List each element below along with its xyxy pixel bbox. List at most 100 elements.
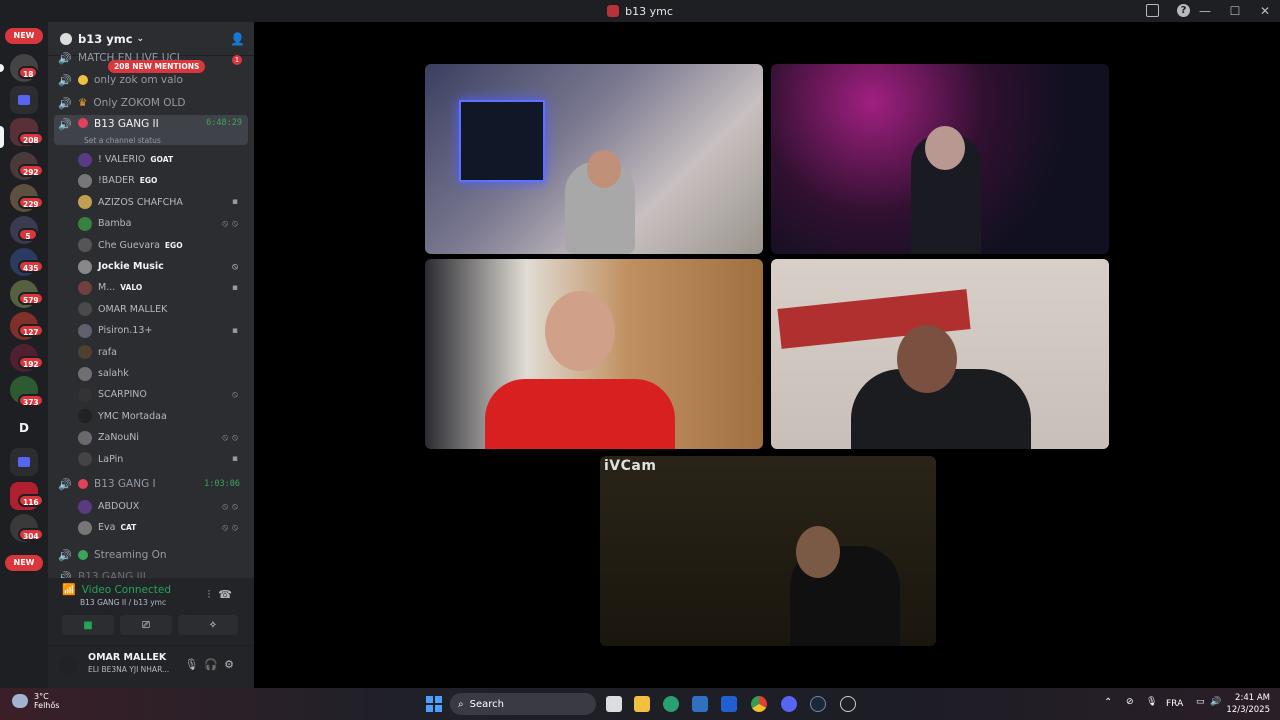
user-status-icons: ⦸⦸ [222,522,242,533]
discord-icon[interactable] [781,696,797,712]
voice-user-name: YMC Mortadaa [98,410,167,422]
start-button[interactable] [426,696,442,712]
user-status-icons: ⦸⦸ [222,501,242,512]
mic-icon[interactable]: 🎙 [184,658,204,671]
headphones-icon[interactable]: 🎧 [204,658,224,671]
video-tile[interactable] [425,64,763,254]
display-icon[interactable]: ▭ [1196,697,1205,707]
disconnect-icon[interactable]: ☎ [218,588,240,601]
steam-icon[interactable] [810,696,826,712]
inbox-icon[interactable] [1146,4,1159,17]
store-icon[interactable] [692,696,708,712]
server-badge: 229 [18,196,44,209]
voice-user-row[interactable]: AZIZOS CHAFCHA ▪ [78,192,246,213]
avatar [78,323,92,338]
server-badge: 435 [18,260,44,273]
mail-icon[interactable] [721,696,737,712]
folder-icon[interactable] [10,86,38,114]
avatar [78,430,92,445]
voice-user-name: AZIZOS CHAFCHA [98,196,183,208]
voice-user-name: OMAR MALLEK [98,303,168,315]
channel-only-zok[interactable]: 🔊 only zok om valo [58,70,246,90]
user-tag: EGO [139,176,158,186]
chevron-up-icon[interactable]: ⌃ [1104,697,1112,708]
new-unreads-bottom[interactable]: NEW [5,555,43,571]
title-bar: b13 ymc ? — ☐ ✕ [0,0,1280,22]
help-icon[interactable]: ? [1177,4,1190,17]
channel-zokom-old[interactable]: 🔊 ♛ Only ZOKOM OLD [58,93,246,113]
user-name[interactable]: OMAR MALLEK [88,652,166,663]
edge-icon[interactable] [663,696,679,712]
voice-user-row[interactable]: Che Guevara EGO [78,235,246,256]
voice-user-row[interactable]: Eva CAT ⦸⦸ [78,517,246,538]
voice-user-name: salahk [98,368,129,379]
voice-user-row[interactable]: LaPin ▪ [78,449,246,470]
gear-icon[interactable]: ⚙ [224,658,240,671]
voice-status[interactable]: Video Connected [82,584,171,596]
voice-user-row[interactable]: salahk [78,363,246,384]
new-unreads-top[interactable]: NEW [5,28,43,44]
voice-user-row[interactable]: Pisiron.13+ ▪ [78,320,246,341]
mention-badge: 1 [232,55,242,65]
voice-user-row[interactable]: ABDOUX ⦸⦸ [78,496,246,517]
channel-gang1[interactable]: 🔊 B13 GANG I 1:03:06 [58,474,246,494]
camera-button[interactable]: ■ [62,615,114,635]
voice-user-row[interactable]: YMC Mortadaa [78,406,246,427]
video-tile[interactable] [771,259,1109,449]
server-badge: 127 [18,324,44,337]
signal-icon[interactable]: 📶 [62,583,76,596]
avatar [78,195,92,210]
maximize-button[interactable]: ☐ [1220,4,1250,18]
minimize-button[interactable]: — [1190,4,1220,18]
avatar[interactable] [58,656,78,676]
invite-icon[interactable]: 👤 [230,32,245,46]
avatar [78,302,92,317]
speaker-icon: 🔊 [58,51,72,65]
voice-location[interactable]: B13 GANG II / b13 ymc [80,598,166,607]
avatar [78,452,92,467]
ivcam-watermark: iVCam [604,458,657,474]
task-view-icon[interactable] [606,696,622,712]
server-letter[interactable]: D [10,414,38,442]
server-badge: 208 [18,132,44,145]
speaker-icon: 🔊 [58,118,72,131]
speaker-icon: 🔊 [58,96,72,110]
voice-user-row[interactable]: OMAR MALLEK [78,299,246,320]
file-explorer-icon[interactable] [634,696,650,712]
voice-user-row[interactable]: SCARPINO ⦸ [78,384,246,405]
weather-widget[interactable]: 3°C Felhős [12,692,59,710]
search-box[interactable]: ⌕ Search [450,693,596,715]
voice-user-row[interactable]: rafa [78,342,246,363]
clock[interactable]: 2:41 AM 12/3/2025 [1210,692,1270,716]
voice-user-row[interactable]: Bamba ⦸⦸ [78,213,246,234]
chrome-icon[interactable] [751,696,767,712]
voice-user-row[interactable]: ZaNouNi ⦸⦸ [78,427,246,448]
close-button[interactable]: ✕ [1250,4,1280,18]
video-tile[interactable] [600,456,936,646]
video-tile[interactable] [425,259,763,449]
channel-gang2[interactable]: 🔊 B13 GANG II 6:48:29 Set a channel statu… [54,115,248,145]
voice-user-row[interactable]: ! VALERIO GOAT [78,149,246,170]
soundboard-button[interactable]: ✧ [188,615,238,635]
voice-user-name: Bamba [98,218,132,230]
folder-icon[interactable] [10,448,38,476]
app-icon[interactable] [840,696,856,712]
channel-streaming[interactable]: 🔊 Streaming On [58,545,246,565]
user-status[interactable]: ELI BE3NA YJI NHAR... [88,665,169,674]
voice-user-name: ZaNouNi [98,432,140,444]
screenshare-button[interactable]: ⎚ [120,615,172,635]
avatar [78,409,92,424]
user-status-icons: ⦸⦸ [222,218,242,229]
guild-icon [60,32,72,45]
channel-status[interactable]: Set a channel status [84,136,161,145]
language-indicator[interactable]: FRA [1166,699,1183,709]
voice-user-row[interactable]: M... VALO ▪ [78,277,246,298]
network-icon[interactable]: ⊘ [1126,697,1134,707]
mic-icon[interactable]: 🎙 [1146,697,1157,707]
avatar [78,366,92,381]
voice-user-row[interactable]: !BADER EGO [78,170,246,191]
voice-user-name: M... [98,282,116,294]
noise-suppression-icon[interactable]: ⫶ [208,588,219,601]
video-tile[interactable] [771,64,1109,254]
voice-user-row[interactable]: Jockie Music ⦸ [78,256,246,277]
